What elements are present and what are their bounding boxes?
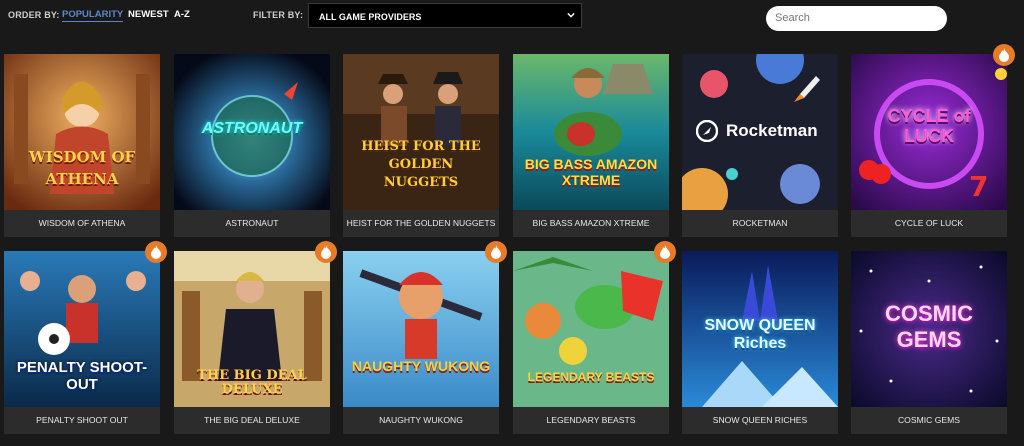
hot-badge-penalty-shoot-out [145, 241, 167, 263]
game-thumbnail: THE BIG DEAL DELUXE [174, 251, 330, 407]
game-logo: Rocketman [726, 121, 818, 140]
game-card-big-bass-amazon-xtreme[interactable]: BIG BASS AMAZON XTREME BIG BASS AMAZON X… [513, 54, 669, 237]
filter-by-label: FILTER BY: [253, 10, 304, 20]
game-logo: THE BIG DEAL DELUXE [197, 368, 307, 397]
hot-badge-the-big-deal-deluxe [315, 241, 337, 263]
search-input[interactable]: Search [766, 6, 947, 31]
game-thumbnail: 7 CYCLE of LUCK [851, 54, 1007, 210]
game-thumbnail: PENALTY SHOOT-OUT [4, 251, 160, 407]
flame-icon [321, 245, 331, 259]
game-title: BIG BASS AMAZON XTREME [513, 210, 669, 237]
game-title: ROCKETMAN [682, 210, 838, 237]
search-placeholder: Search [775, 12, 810, 24]
chevron-down-icon [567, 12, 575, 18]
game-card-naughty-wukong[interactable]: NAUGHTY WUKONG NAUGHTY WUKONG [343, 251, 499, 434]
game-logo: LEGENDARY BEASTS [527, 370, 655, 384]
game-title: CYCLE OF LUCK [851, 210, 1007, 237]
game-title: THE BIG DEAL DELUXE [174, 407, 330, 434]
game-thumbnail: NAUGHTY WUKONG [343, 251, 499, 407]
hot-badge-naughty-wukong [485, 241, 507, 263]
sort-newest[interactable]: NEWEST [128, 9, 169, 20]
svg-text:7: 7 [969, 170, 988, 203]
hot-badge-cycle-of-luck [993, 44, 1015, 66]
game-logo: BIG BASS AMAZON XTREME [524, 156, 658, 188]
flame-icon [999, 48, 1009, 62]
game-thumbnail: COSMIC GEMS [851, 251, 1007, 407]
game-logo: ASTRONAUT [201, 120, 303, 137]
game-title: SNOW QUEEN RICHES [682, 407, 838, 434]
game-card-legendary-beasts[interactable]: LEGENDARY BEASTS LEGENDARY BEASTS [513, 251, 669, 434]
game-logo: WISDOM OF ATHENA [28, 148, 136, 188]
game-title: NAUGHTY WUKONG [343, 407, 499, 434]
game-logo: CYCLE of LUCK [887, 106, 971, 146]
game-thumbnail: WISDOM OF ATHENA [4, 54, 160, 210]
game-card-rocketman[interactable]: Rocketman ROCKETMAN [682, 54, 838, 237]
game-card-penalty-shoot-out[interactable]: PENALTY SHOOT-OUT PENALTY SHOOT OUT [4, 251, 160, 434]
game-title: PENALTY SHOOT OUT [4, 407, 160, 434]
game-card-the-big-deal-deluxe[interactable]: THE BIG DEAL DELUXE THE BIG DEAL DELUXE [174, 251, 330, 434]
provider-select-value: ALL GAME PROVIDERS [319, 12, 422, 22]
sort-popularity[interactable]: POPULARITY [62, 9, 124, 22]
game-title: HEIST FOR THE GOLDEN NUGGETS [343, 210, 499, 237]
game-thumbnail: Rocketman [682, 54, 838, 210]
game-card-cycle-of-luck[interactable]: 7 CYCLE of LUCK CYCLE OF LUCK [851, 54, 1007, 237]
flame-icon [660, 245, 670, 259]
game-title: LEGENDARY BEASTS [513, 407, 669, 434]
game-title: COSMIC GEMS [851, 407, 1007, 434]
game-card-cosmic-gems[interactable]: COSMIC GEMS COSMIC GEMS [851, 251, 1007, 434]
game-card-snow-queen-riches[interactable]: SNOW QUEEN Riches SNOW QUEEN RICHES [682, 251, 838, 434]
game-logo: COSMIC GEMS [885, 301, 973, 352]
game-thumbnail: HEIST FOR THE GOLDEN NUGGETS [343, 54, 499, 210]
provider-select[interactable]: ALL GAME PROVIDERS [308, 3, 582, 28]
game-thumbnail: ASTRONAUT [174, 54, 330, 210]
flame-icon [151, 245, 161, 259]
game-card-wisdom-of-athena[interactable]: WISDOM OF ATHENA WISDOM OF ATHENA [4, 54, 160, 237]
game-card-heist-for-the-golden-nuggets[interactable]: HEIST FOR THE GOLDEN NUGGETS HEIST FOR T… [343, 54, 499, 237]
hot-badge-legendary-beasts [654, 241, 676, 263]
game-title: ASTRONAUT [174, 210, 330, 237]
game-title: WISDOM OF ATHENA [4, 210, 160, 237]
game-logo: NAUGHTY WUKONG [351, 358, 491, 374]
game-thumbnail: SNOW QUEEN Riches [682, 251, 838, 407]
game-thumbnail: LEGENDARY BEASTS [513, 251, 669, 407]
rocket-icon [696, 120, 718, 142]
sort-a-z[interactable]: A-Z [174, 9, 190, 20]
game-thumbnail: BIG BASS AMAZON XTREME [513, 54, 669, 210]
flame-icon [491, 245, 501, 259]
game-logo: SNOW QUEEN Riches [704, 317, 816, 352]
game-logo: PENALTY SHOOT-OUT [16, 359, 148, 393]
filter-toolbar: ORDER BY: POPULARITY NEWEST A-Z FILTER B… [0, 0, 1024, 36]
game-logo: HEIST FOR THE GOLDEN NUGGETS [361, 139, 481, 190]
order-by-label: ORDER BY: [8, 10, 60, 20]
game-card-astronaut[interactable]: ASTRONAUT ASTRONAUT [174, 54, 330, 237]
